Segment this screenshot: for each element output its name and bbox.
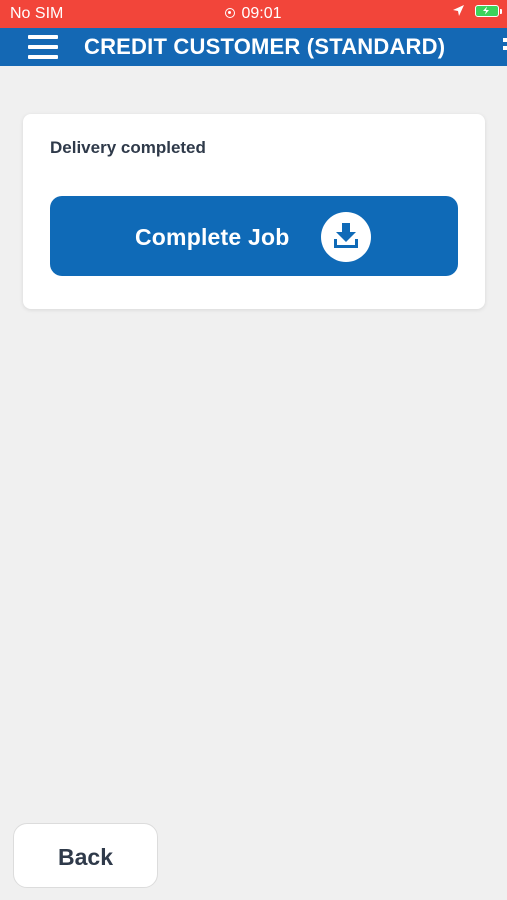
location-arrow-icon: [453, 5, 464, 16]
screen-record-icon: [225, 8, 236, 18]
app-header: CREDIT CUSTOMER (STANDARD): [0, 28, 507, 66]
delivery-status-label: Delivery completed: [50, 138, 206, 157]
download-tray-icon: [321, 212, 371, 262]
status-icons: [452, 4, 502, 17]
back-label: Back: [58, 844, 113, 870]
status-time-group: 09:01: [0, 5, 507, 23]
complete-job-label: Complete Job: [135, 224, 290, 250]
complete-job-button[interactable]: Complete Job: [50, 196, 458, 276]
status-time: 09:01: [241, 5, 282, 22]
back-button[interactable]: Back: [13, 823, 158, 888]
job-status-card: Delivery completed Complete Job: [23, 114, 485, 309]
more-icon[interactable]: [503, 38, 507, 58]
status-bar: No SIM 09:01: [0, 0, 507, 28]
battery-charging-icon: [475, 4, 502, 17]
page-title: CREDIT CUSTOMER (STANDARD): [84, 34, 446, 59]
hamburger-menu-icon[interactable]: [28, 35, 58, 59]
